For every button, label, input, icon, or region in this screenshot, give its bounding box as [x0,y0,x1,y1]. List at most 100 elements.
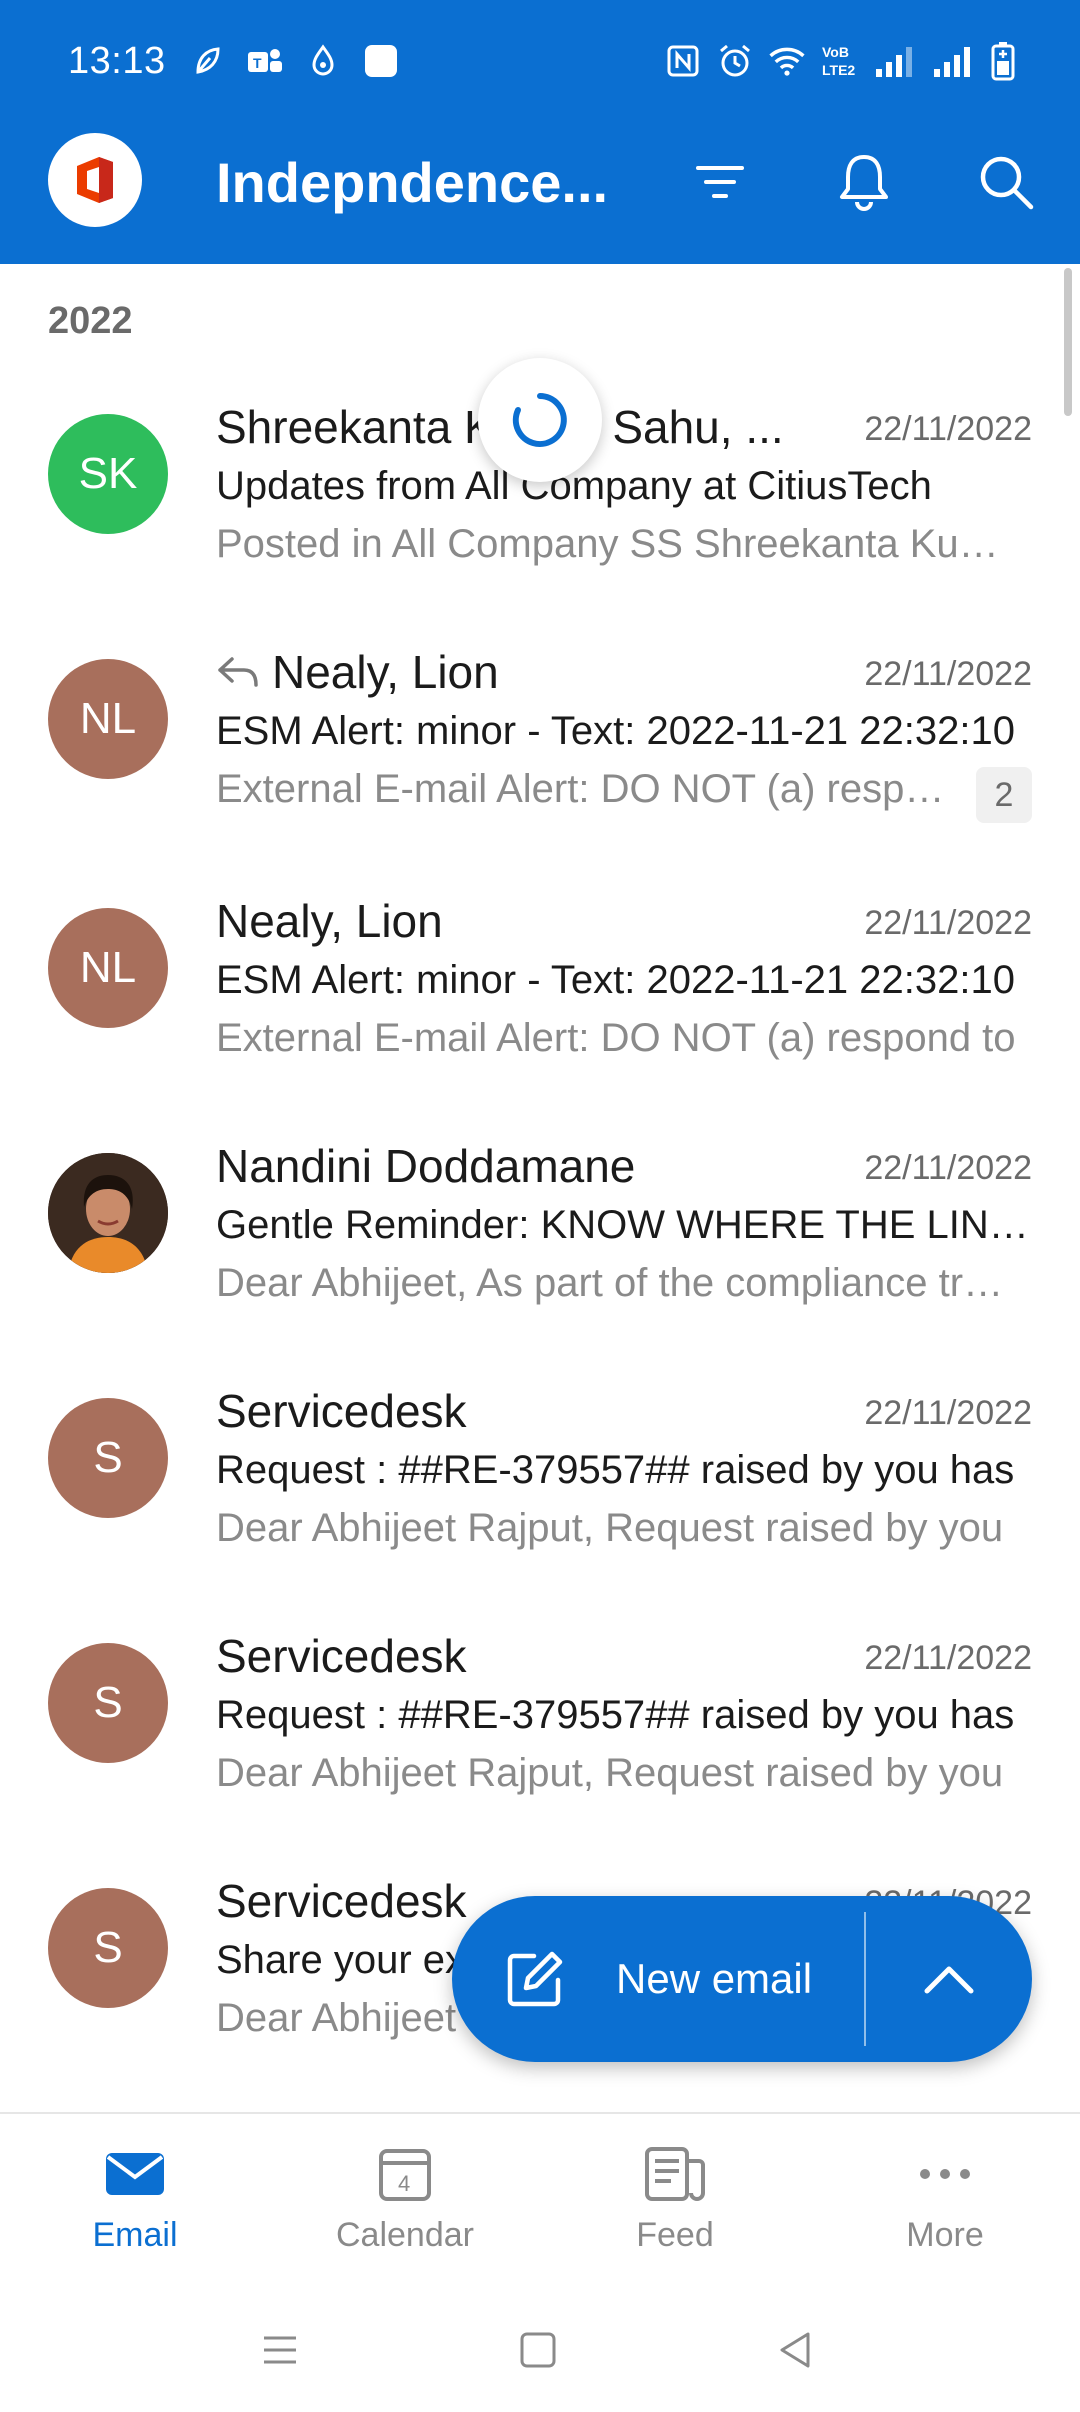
mail-subject: Gentle Reminder: KNOW WHERE THE LINE IS [216,1203,1032,1247]
mail-subject: ESM Alert: minor - Text: 2022-11-21 22:3… [216,958,1015,1002]
avatar: SK [48,414,168,534]
bottom-navigation: Email 4 Calendar Feed More [0,2112,1080,2282]
mail-row[interactable]: Nandini Doddamane 22/11/2022 Gentle Remi… [0,1113,1080,1358]
teams-icon: T [246,42,284,80]
person-photo-icon [48,1153,168,1273]
home-icon [520,2332,556,2368]
tab-calendar[interactable]: 4 Calendar [270,2144,540,2274]
office-account-button[interactable] [48,133,142,227]
folder-title[interactable]: Indepndence... [216,150,616,215]
mail-row[interactable]: S Servicedesk 22/11/2022 Request : ##RE-… [0,1358,1080,1603]
notification-drop-icon [304,42,342,80]
mail-row[interactable]: NL Nealy, Lion 22/11/2022 ESM Alert: min… [0,868,1080,1113]
app-header: 13:13 T VoB LTE2 Indepndence... [0,0,1080,264]
mail-preview: External E-mail Alert: DO NOT (a) respon… [216,1016,1016,1060]
svg-text:LTE2: LTE2 [822,62,855,78]
sender-text: Servicedesk [216,1630,467,1682]
svg-text:T: T [253,55,262,71]
avatar-initials: SK [78,449,138,498]
mail-subject: ESM Alert: minor - Text: 2022-11-21 22:3… [216,709,1015,753]
sender-name: Nandini Doddamane [216,1139,796,1193]
thread-count-badge: 2 [976,767,1032,823]
tab-feed[interactable]: Feed [540,2144,810,2274]
tab-more-label: More [906,2216,984,2254]
avatar: NL [48,908,168,1028]
calendar-day-number: 4 [398,2171,410,2196]
back-icon [780,2332,810,2368]
sender-text: Nandini Doddamane [216,1140,636,1192]
mail-date: 22/11/2022 [864,904,1032,942]
tab-feed-label: Feed [636,2216,714,2254]
tab-calendar-label: Calendar [336,2216,474,2254]
calendar-icon: 4 [377,2144,433,2204]
home-button[interactable] [508,2320,568,2380]
chevron-up-icon [924,1966,974,1994]
loading-spinner-icon [512,393,567,447]
alarm-icon [716,42,754,80]
mail-date: 22/11/2022 [864,1149,1032,1187]
filter-button[interactable] [684,146,756,218]
sender-text: Servicedesk [216,1875,467,1927]
status-time: 13:13 [68,40,166,82]
mail-subject: Request : ##RE-379557## raised by you ha… [216,1448,1015,1492]
sender-name: Nealy, Lion [216,894,796,948]
mail-subject: Updates from All Company at CitiusTech [216,464,932,508]
avatar: S [48,1888,168,2008]
search-icon [980,156,1034,210]
new-email-label: New email [616,1955,813,2002]
mail-row[interactable]: NL Nealy, Lion 22/11/2022 ESM Alert: min… [0,619,1080,864]
avatar: S [48,1398,168,1518]
more-icon [917,2144,973,2204]
mail-preview: Posted in All Company SS Shreekanta Kuma… [216,522,1016,566]
signal-icon [874,42,918,80]
new-email-fab: New email [452,1896,1032,2062]
mail-date: 22/11/2022 [864,1394,1032,1432]
svg-text:VoB: VoB [822,44,849,60]
volte-icon: VoB LTE2 [820,42,860,80]
mail-date: 22/11/2022 [864,655,1032,693]
filter-icon [696,166,744,198]
feed-icon [643,2144,707,2204]
avatar-initials: S [93,1433,123,1482]
office-logo-icon [77,157,113,203]
bell-icon [840,155,888,211]
mail-preview: Dear Abhijeet Rajput, Request raised by … [216,1751,1004,1795]
avatar: S [48,1643,168,1763]
sender-name: Servicedesk [216,1384,796,1438]
expand-button[interactable] [866,1896,1032,2062]
refresh-spinner [478,358,602,482]
search-button[interactable] [970,146,1042,218]
recents-button[interactable] [250,2320,310,2380]
back-button[interactable] [766,2320,826,2380]
avatar-initials: NL [79,694,137,743]
tab-email[interactable]: Email [0,2144,270,2274]
avatar-initials: S [93,1923,123,1972]
sender-name: Servicedesk [216,1629,796,1683]
section-header-year: 2022 [48,300,133,342]
status-left-icons: T [188,42,400,80]
mail-list[interactable]: 2022 SK Shreekanta Kumar Sahu, ... 22/11… [0,264,1080,2112]
mail-icon [104,2144,166,2204]
sender-text: Nealy, Lion [272,646,499,698]
mail-preview: Dear Abhijeet Rajput, Request raised by … [216,1506,1004,1550]
tab-more[interactable]: More [810,2144,1080,2274]
square-app-icon [362,42,400,80]
mail-date: 22/11/2022 [864,410,1032,448]
sender-text: Nealy, Lion [216,895,443,947]
wifi-icon [768,42,806,80]
status-bar: 13:13 T VoB LTE2 [0,0,1080,120]
mail-row[interactable]: S Servicedesk 22/11/2022 Request : ##RE-… [0,1603,1080,1848]
tab-email-label: Email [92,2216,178,2254]
battery-icon [990,42,1016,81]
notifications-button[interactable] [828,146,900,218]
app-bar: Indepndence... [0,120,1080,264]
mail-subject: Request : ##RE-379557## raised by you ha… [216,1693,1015,1737]
new-email-button[interactable]: New email [452,1896,864,2062]
leaf-icon [188,42,226,80]
avatar-initials: S [93,1678,123,1727]
avatar: NL [48,659,168,779]
sender-name: Nealy, Lion [216,645,796,699]
sender-text: Servicedesk [216,1385,467,1437]
menu-icon [264,2336,296,2364]
mail-preview: Dear Abhijeet, As part of the compliance… [216,1261,1016,1305]
